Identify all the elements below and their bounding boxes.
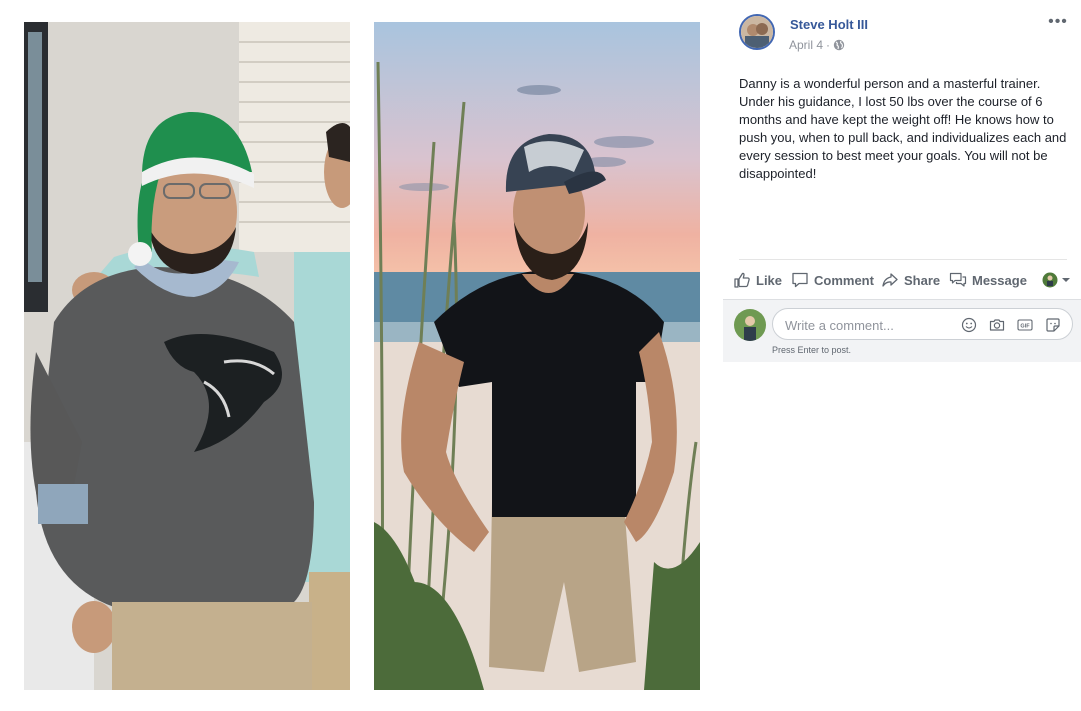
camera-icon[interactable]: [989, 317, 1005, 333]
globe-icon[interactable]: [833, 39, 845, 51]
commenter-avatar[interactable]: [734, 309, 766, 341]
comment-input[interactable]: Write a comment... GIF: [772, 308, 1073, 340]
emoji-icon[interactable]: [961, 317, 977, 333]
svg-text:GIF: GIF: [1020, 324, 1030, 330]
gif-icon[interactable]: GIF: [1017, 317, 1033, 333]
comment-section: Write a comment... GIF Press Enter to po…: [723, 299, 1081, 362]
comment-button[interactable]: Comment: [791, 266, 874, 294]
post-panel: Steve Holt III April 4 · ••• Danny is a …: [723, 0, 1081, 711]
after-photo[interactable]: [374, 22, 700, 690]
message-icon: [949, 272, 967, 287]
author-avatar[interactable]: [739, 14, 775, 50]
meta-separator: ·: [826, 38, 831, 52]
thumbs-up-icon: [734, 272, 750, 288]
post-text: Danny is a wonderful person and a master…: [739, 76, 1067, 181]
comment-placeholder: Write a comment...: [785, 318, 894, 333]
share-icon: [882, 273, 898, 287]
comment-label: Comment: [814, 272, 874, 288]
author-name[interactable]: Steve Holt III: [790, 17, 868, 32]
message-button[interactable]: Message: [949, 266, 1027, 294]
sticker-icon[interactable]: [1045, 317, 1061, 333]
press-enter-hint: Press Enter to post.: [772, 345, 852, 355]
profile-reaction-icon: [1042, 272, 1058, 288]
message-label: Message: [972, 272, 1027, 288]
post-meta: April 4 ·: [789, 38, 845, 52]
photo-area: [0, 0, 720, 711]
share-button[interactable]: Share: [881, 266, 940, 294]
post-date[interactable]: April 4: [789, 38, 823, 52]
caret-down-icon: [1062, 278, 1070, 282]
action-bar: Like Comment Share Message: [731, 266, 1076, 294]
comment-icon: [792, 272, 808, 288]
before-photo[interactable]: [24, 22, 350, 690]
divider: [739, 259, 1067, 260]
like-button[interactable]: Like: [733, 266, 782, 294]
reaction-selector[interactable]: [1041, 266, 1071, 294]
like-label: Like: [756, 272, 783, 288]
share-label: Share: [904, 272, 941, 288]
more-dots-icon[interactable]: •••: [1046, 12, 1070, 32]
